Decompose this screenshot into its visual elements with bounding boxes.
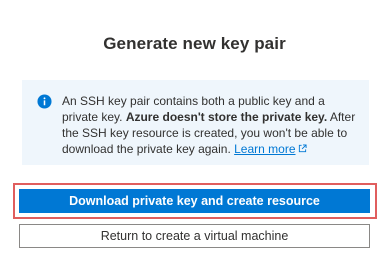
info-text: An SSH key pair contains both a public k… xyxy=(62,93,362,157)
generate-key-pair-dialog: Generate new key pair An SSH key pair co… xyxy=(0,0,389,254)
learn-more-link[interactable]: Learn more xyxy=(234,142,295,156)
download-private-key-button[interactable]: Download private key and create resource xyxy=(19,189,370,213)
info-text-bold: Azure doesn't store the private key. xyxy=(125,110,328,124)
external-link-icon[interactable] xyxy=(298,144,307,153)
info-icon xyxy=(37,94,52,109)
dialog-title: Generate new key pair xyxy=(103,34,286,53)
info-message-box: An SSH key pair contains both a public k… xyxy=(22,80,369,165)
return-to-create-vm-button[interactable]: Return to create a virtual machine xyxy=(19,224,370,248)
